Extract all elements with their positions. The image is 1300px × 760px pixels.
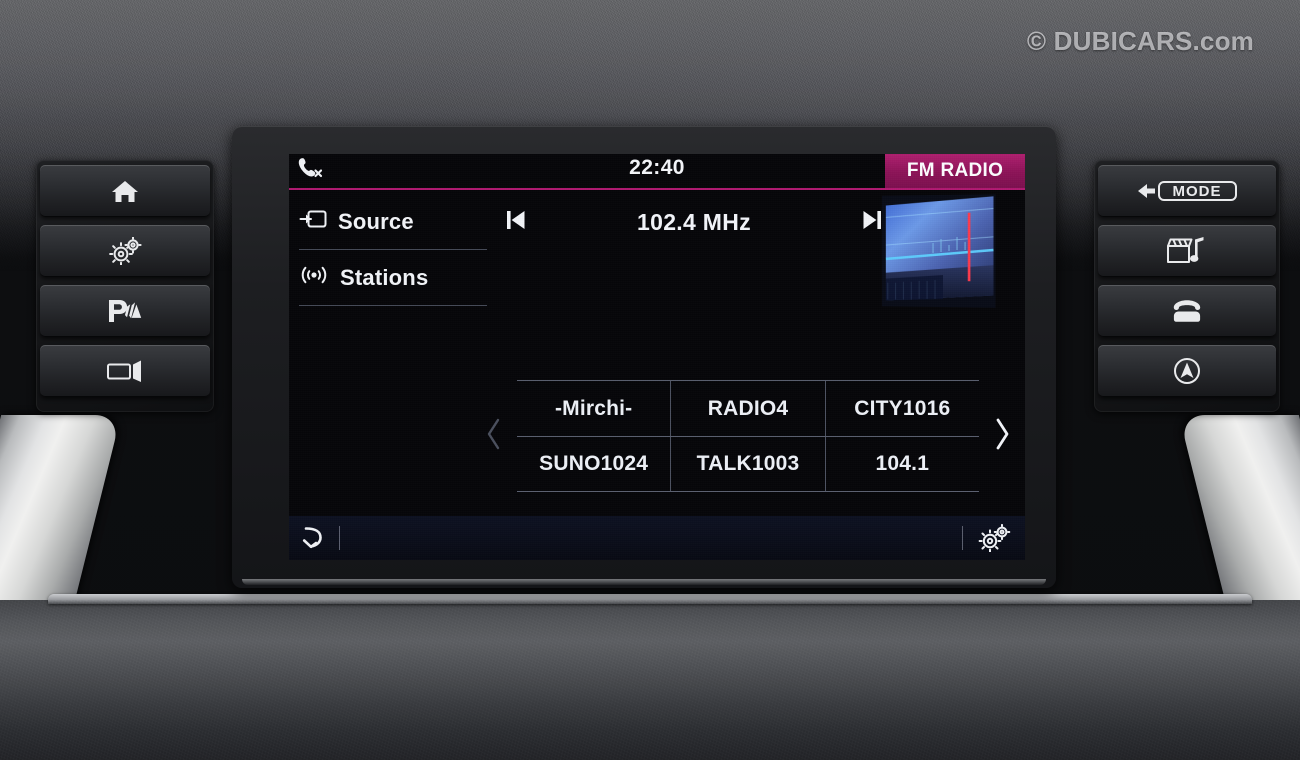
camera-icon xyxy=(105,359,145,383)
nav-column: Source Stations xyxy=(299,194,487,306)
lower-console-texture xyxy=(0,600,1300,760)
back-arrow-icon[interactable] xyxy=(299,525,325,551)
preset-button[interactable]: 104.1 xyxy=(826,437,979,491)
gears-settings-icon[interactable] xyxy=(977,524,1011,552)
dashboard-center-stack: © DUBICARS.com MODE 22:40 FM RADIO Sourc… xyxy=(0,0,1300,760)
presets-section: -Mirchi- RADIO4 CITY1016 SUNO1024 TALK10… xyxy=(477,362,1019,510)
preset-prev-page-button[interactable] xyxy=(477,417,511,456)
preset-row: -Mirchi- RADIO4 CITY1016 xyxy=(517,380,979,436)
status-badge: FM RADIO xyxy=(885,154,1025,188)
settings-button[interactable] xyxy=(40,225,210,277)
mode-icon: MODE xyxy=(1135,178,1239,204)
bottom-bar xyxy=(289,516,1025,560)
preset-button[interactable]: SUNO1024 xyxy=(517,437,672,491)
right-button-panel: MODE xyxy=(1094,160,1280,412)
preset-button[interactable]: CITY1016 xyxy=(826,381,979,436)
camera-button[interactable] xyxy=(40,345,210,397)
watermark: © DUBICARS.com xyxy=(1026,26,1254,56)
left-button-panel xyxy=(36,160,214,412)
navigation-button[interactable] xyxy=(1098,345,1276,397)
home-icon xyxy=(110,178,140,204)
navigation-icon xyxy=(1172,356,1202,386)
bottom-bar-divider xyxy=(339,526,340,550)
park-assist-icon xyxy=(103,297,147,325)
broadcast-signal-icon xyxy=(299,264,329,291)
home-button[interactable] xyxy=(40,165,210,217)
nav-item-label: Stations xyxy=(340,264,429,290)
gears-icon xyxy=(108,237,142,265)
telephone-icon xyxy=(1166,298,1208,324)
infotainment-screen[interactable]: 22:40 FM RADIO Source Stations 102.4 MHz… xyxy=(289,154,1025,560)
radio-visualizer-thumbnail xyxy=(881,194,996,308)
tuner-row: 102.4 MHz xyxy=(489,198,899,246)
preset-button[interactable]: TALK1003 xyxy=(671,437,826,491)
preset-next-page-button[interactable] xyxy=(985,417,1019,456)
media-icon xyxy=(1165,235,1209,267)
preset-button[interactable]: -Mirchi- xyxy=(517,381,672,436)
bottom-bar-left xyxy=(299,525,340,551)
media-button[interactable] xyxy=(1098,225,1276,277)
screen-bezel: 22:40 FM RADIO Source Stations 102.4 MHz… xyxy=(232,126,1056,588)
skip-previous-icon[interactable] xyxy=(499,204,533,241)
screen-body: Source Stations 102.4 MHz -Mirchi- RADIO… xyxy=(289,190,1025,516)
bottom-bar-divider xyxy=(962,526,963,550)
frequency-display: 102.4 MHz xyxy=(637,208,751,235)
bottom-bar-right xyxy=(962,524,1011,552)
phone-mute-icon xyxy=(297,157,323,184)
mode-button[interactable]: MODE xyxy=(1098,165,1276,217)
preset-row: SUNO1024 TALK1003 104.1 xyxy=(517,436,979,492)
nav-item-label: Source xyxy=(338,208,414,234)
status-bar: 22:40 FM RADIO xyxy=(289,154,1025,190)
chevron-right-icon xyxy=(992,417,1012,456)
nav-item-stations[interactable]: Stations xyxy=(299,250,487,306)
chevron-left-icon xyxy=(484,417,504,456)
park-assist-button[interactable] xyxy=(40,285,210,337)
phone-button[interactable] xyxy=(1098,285,1276,337)
lower-console-panel xyxy=(0,594,1300,760)
source-input-icon xyxy=(299,208,327,235)
svg-text:MODE: MODE xyxy=(1173,183,1222,200)
nav-item-source[interactable]: Source xyxy=(299,194,487,250)
presets-grid: -Mirchi- RADIO4 CITY1016 SUNO1024 TALK10… xyxy=(517,380,979,492)
preset-button[interactable]: RADIO4 xyxy=(671,381,826,436)
